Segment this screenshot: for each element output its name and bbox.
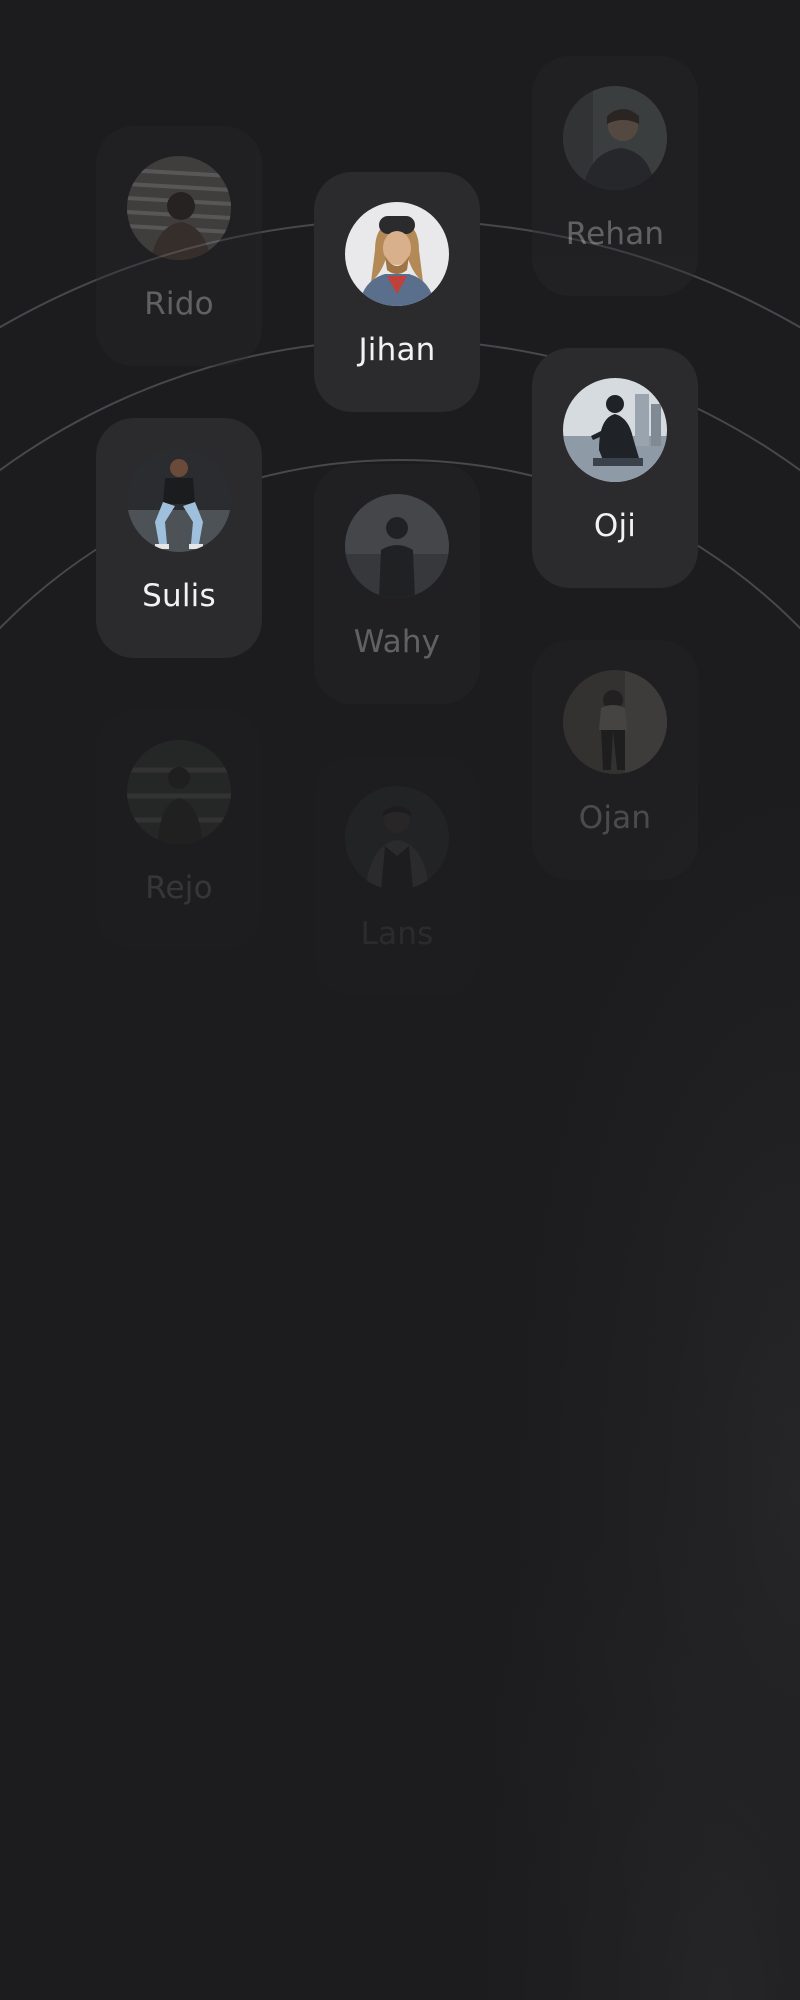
person-name: Rido: [144, 286, 214, 322]
person-photo-icon: [563, 86, 667, 190]
person-name: Sulis: [142, 578, 216, 614]
person-name: Ojan: [578, 800, 652, 836]
person-card-wahy[interactable]: Wahy: [314, 464, 480, 704]
person-card-rido[interactable]: Rido: [96, 126, 262, 366]
person-name: Wahy: [353, 624, 441, 660]
person-card-ojan[interactable]: Ojan: [532, 640, 698, 880]
person-photo-icon: [127, 740, 231, 844]
person-card-rehan[interactable]: Rehan: [532, 56, 698, 296]
person-card-jihan[interactable]: Jihan: [314, 172, 480, 412]
person-name: Oji: [593, 508, 637, 544]
person-photo-icon: [345, 202, 449, 306]
person-photo-icon: [563, 670, 667, 774]
person-card-rejo[interactable]: Rejo: [96, 710, 262, 950]
person-name: Lans: [360, 916, 434, 952]
person-card-oji[interactable]: Oji: [532, 348, 698, 588]
person-card-sulis[interactable]: Sulis: [96, 418, 262, 658]
person-name: Jihan: [358, 332, 436, 368]
person-photo-icon: [345, 494, 449, 598]
person-name: Rejo: [145, 870, 213, 906]
person-photo-icon: [563, 378, 667, 482]
person-card-lans[interactable]: Lans: [314, 756, 480, 996]
person-photo-icon: [127, 156, 231, 260]
people-nearby-screen: Rido Jihan Rehan Oji Sulis Wahy Ojan Rej…: [0, 0, 800, 2000]
person-photo-icon: [345, 786, 449, 890]
person-name: Rehan: [565, 216, 665, 252]
person-photo-icon: [127, 448, 231, 552]
